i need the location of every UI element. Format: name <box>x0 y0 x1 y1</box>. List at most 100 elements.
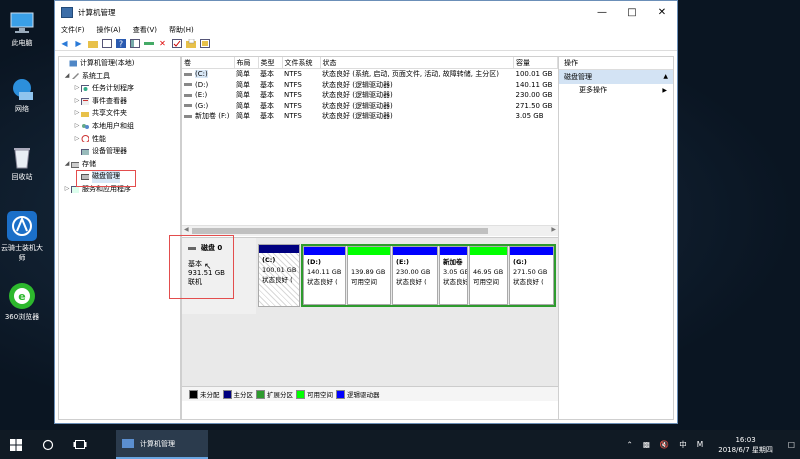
tree-item-system-tools[interactable]: ◢ 系统工具 <box>59 70 180 83</box>
desktop-icon-yunqishi[interactable]: 云骑士装机大师 <box>0 211 44 263</box>
tree-item-storage[interactable]: ◢ 存储 <box>59 158 180 171</box>
volume-table: 卷 布局 类型 文件系统 状态 容量 (C:) 简单 基本 NTFS 状态良好 … <box>182 57 558 122</box>
tree-item-task-scheduler[interactable]: ▷ 任务计划程序 <box>59 82 180 95</box>
desktop-icon-360-browser[interactable]: e 360浏览器 <box>0 282 44 322</box>
column-header-layout[interactable]: 布局 <box>234 57 259 69</box>
up-folder-icon[interactable] <box>87 38 98 48</box>
volume-name-cell: (C:) <box>182 69 234 80</box>
partition-g[interactable]: (G:) 271.50 GB 状态良好 ( <box>509 246 554 305</box>
table-cell: 状态良好 (逻辑驱动器) <box>322 101 393 110</box>
expand-arrow-icon[interactable]: ▷ <box>63 183 71 196</box>
expand-arrow-icon[interactable]: ▷ <box>73 95 81 108</box>
show-hidden-icons[interactable]: ⌃ <box>627 440 633 449</box>
network-icon <box>9 76 35 102</box>
forward-icon[interactable]: ▶ <box>73 38 84 48</box>
ime-mode[interactable]: M <box>697 440 703 449</box>
legend-label: 未分配 <box>200 391 220 399</box>
free-space-2[interactable]: 46.95 GB 可用空间 <box>469 246 508 305</box>
table-cell: 基本 <box>260 91 274 100</box>
menu-action[interactable]: 操作(A) <box>97 25 121 35</box>
task-view-icon[interactable] <box>64 430 96 459</box>
column-header-type[interactable]: 类型 <box>258 57 283 69</box>
computer-icon <box>9 10 35 36</box>
partition-status: 状态良好 ( <box>307 278 338 286</box>
scrollbar-thumb[interactable] <box>192 228 488 234</box>
collapse-arrow-icon[interactable]: ◢ <box>63 158 71 171</box>
desktop-icon-this-pc[interactable]: 此电脑 <box>0 10 44 48</box>
view-icon[interactable] <box>199 38 210 48</box>
menu-file[interactable]: 文件(F) <box>61 25 85 35</box>
table-cell: 3.05 GB <box>515 112 544 121</box>
column-header-capacity[interactable]: 容量 <box>513 57 558 69</box>
more-actions-item[interactable]: 更多操作 ▶ <box>559 84 673 97</box>
submenu-arrow-icon: ▶ <box>662 87 667 94</box>
show-hide-icon[interactable] <box>129 38 140 48</box>
partition-e[interactable]: (E:) 230.00 GB 状态良好 ( <box>392 246 438 305</box>
close-button[interactable]: ✕ <box>647 1 677 23</box>
help-icon[interactable]: ? <box>115 38 126 48</box>
horizontal-scrollbar[interactable]: ◀ ▶ <box>182 225 558 236</box>
taskbar-app-computer-management[interactable]: 计算机管理 <box>116 430 208 459</box>
partition-c[interactable]: (C:) 100.01 GB 状态良好 ( <box>258 244 300 307</box>
menu-help[interactable]: 帮助(H) <box>169 25 194 35</box>
table-row[interactable]: (D:) 简单 基本 NTFS 状态良好 (逻辑驱动器) 140.11 GB <box>182 80 558 91</box>
actions-section-disk-management[interactable]: 磁盘管理 ▲ <box>559 70 673 84</box>
window-title: 计算机管理 <box>78 7 116 17</box>
tree-item-device-manager[interactable]: 设备管理器 <box>59 145 180 158</box>
delete-icon[interactable]: ✕ <box>157 38 168 48</box>
actions-header: 操作 <box>559 57 673 70</box>
connect-icon[interactable] <box>143 38 154 48</box>
menu-view[interactable]: 查看(V) <box>133 25 157 35</box>
tree-item-event-viewer[interactable]: ▷ 事件查看器 <box>59 95 180 108</box>
table-cell: NTFS <box>284 101 302 110</box>
table-row[interactable]: (C:) 简单 基本 NTFS 状态良好 (系统, 启动, 页面文件, 活动, … <box>182 69 558 80</box>
scroll-left-icon[interactable]: ◀ <box>184 226 189 233</box>
network-tray-icon[interactable]: ▩ <box>643 440 650 449</box>
scroll-right-icon[interactable]: ▶ <box>551 226 556 233</box>
check-icon[interactable] <box>171 38 182 48</box>
title-bar[interactable]: 计算机管理 — □ ✕ <box>55 1 677 23</box>
properties-icon[interactable] <box>101 38 112 48</box>
table-cell: 简单 <box>236 112 250 121</box>
content-area: 计算机管理(本地) ◢ 系统工具 ▷ 任务计划程序 ▷ 事件查看器 ▷ 共享文件… <box>55 53 677 423</box>
expand-arrow-icon[interactable]: ▷ <box>73 82 81 95</box>
tree-item-shared-folders[interactable]: ▷ 共享文件夹 <box>59 107 180 120</box>
expand-arrow-icon[interactable]: ▷ <box>73 133 81 146</box>
tree-item-performance[interactable]: ▷ 性能 <box>59 133 180 146</box>
desktop-icon-recycle-bin[interactable]: 回收站 <box>0 144 44 182</box>
collapse-arrow-icon[interactable]: ◢ <box>63 70 71 83</box>
minimize-button[interactable]: — <box>587 1 617 23</box>
table-row[interactable]: 新加卷 (F:) 简单 基本 NTFS 状态良好 (逻辑驱动器) 3.05 GB <box>182 111 558 122</box>
column-header-status[interactable]: 状态 <box>320 57 514 69</box>
free-space-1[interactable]: 139.89 GB 可用空间 <box>347 246 391 305</box>
actions-pane: 操作 磁盘管理 ▲ 更多操作 ▶ <box>558 56 674 420</box>
clock[interactable]: 16:03 2018/6/7 星期四 <box>718 435 773 455</box>
drive-icon <box>184 104 192 108</box>
legend-swatch <box>336 389 345 399</box>
partition-color-bar <box>348 247 390 255</box>
partition-size: 140.11 GB <box>307 268 342 276</box>
windows-start-icon[interactable] <box>0 430 32 459</box>
maximize-button[interactable]: □ <box>617 1 647 23</box>
back-icon[interactable]: ◀ <box>59 38 70 48</box>
column-header-volume[interactable]: 卷 <box>182 57 235 69</box>
desktop-icon-network[interactable]: 网络 <box>0 76 44 114</box>
expand-arrow-icon[interactable]: ▷ <box>73 107 81 120</box>
partition-color-bar <box>510 247 553 255</box>
volume-muted-icon[interactable]: 🔇 <box>660 440 669 449</box>
notification-icon[interactable]: □ <box>788 440 795 449</box>
partition-f[interactable]: 新加卷 3.05 GB 状态良好 <box>439 246 468 305</box>
table-cell: 简单 <box>236 91 250 100</box>
tree-item-local-users[interactable]: ▷ 本地用户和组 <box>59 120 180 133</box>
open-folder-icon[interactable] <box>185 38 196 48</box>
expand-arrow-icon[interactable]: ▷ <box>73 120 81 133</box>
table-row[interactable]: (E:) 简单 基本 NTFS 状态良好 (逻辑驱动器) 230.00 GB <box>182 90 558 101</box>
table-row[interactable]: (G:) 简单 基本 NTFS 状态良好 (逻辑驱动器) 271.50 GB <box>182 101 558 112</box>
ime-indicator[interactable]: 中 <box>679 439 687 450</box>
partition-d[interactable]: (D:) 140.11 GB 状态良好 ( <box>303 246 346 305</box>
collapse-up-icon[interactable]: ▲ <box>663 70 668 84</box>
search-icon[interactable] <box>32 430 64 459</box>
column-header-filesystem[interactable]: 文件系统 <box>282 57 321 69</box>
tree-item-computer-management[interactable]: 计算机管理(本地) <box>59 57 180 70</box>
partition-color-bar <box>440 247 467 255</box>
